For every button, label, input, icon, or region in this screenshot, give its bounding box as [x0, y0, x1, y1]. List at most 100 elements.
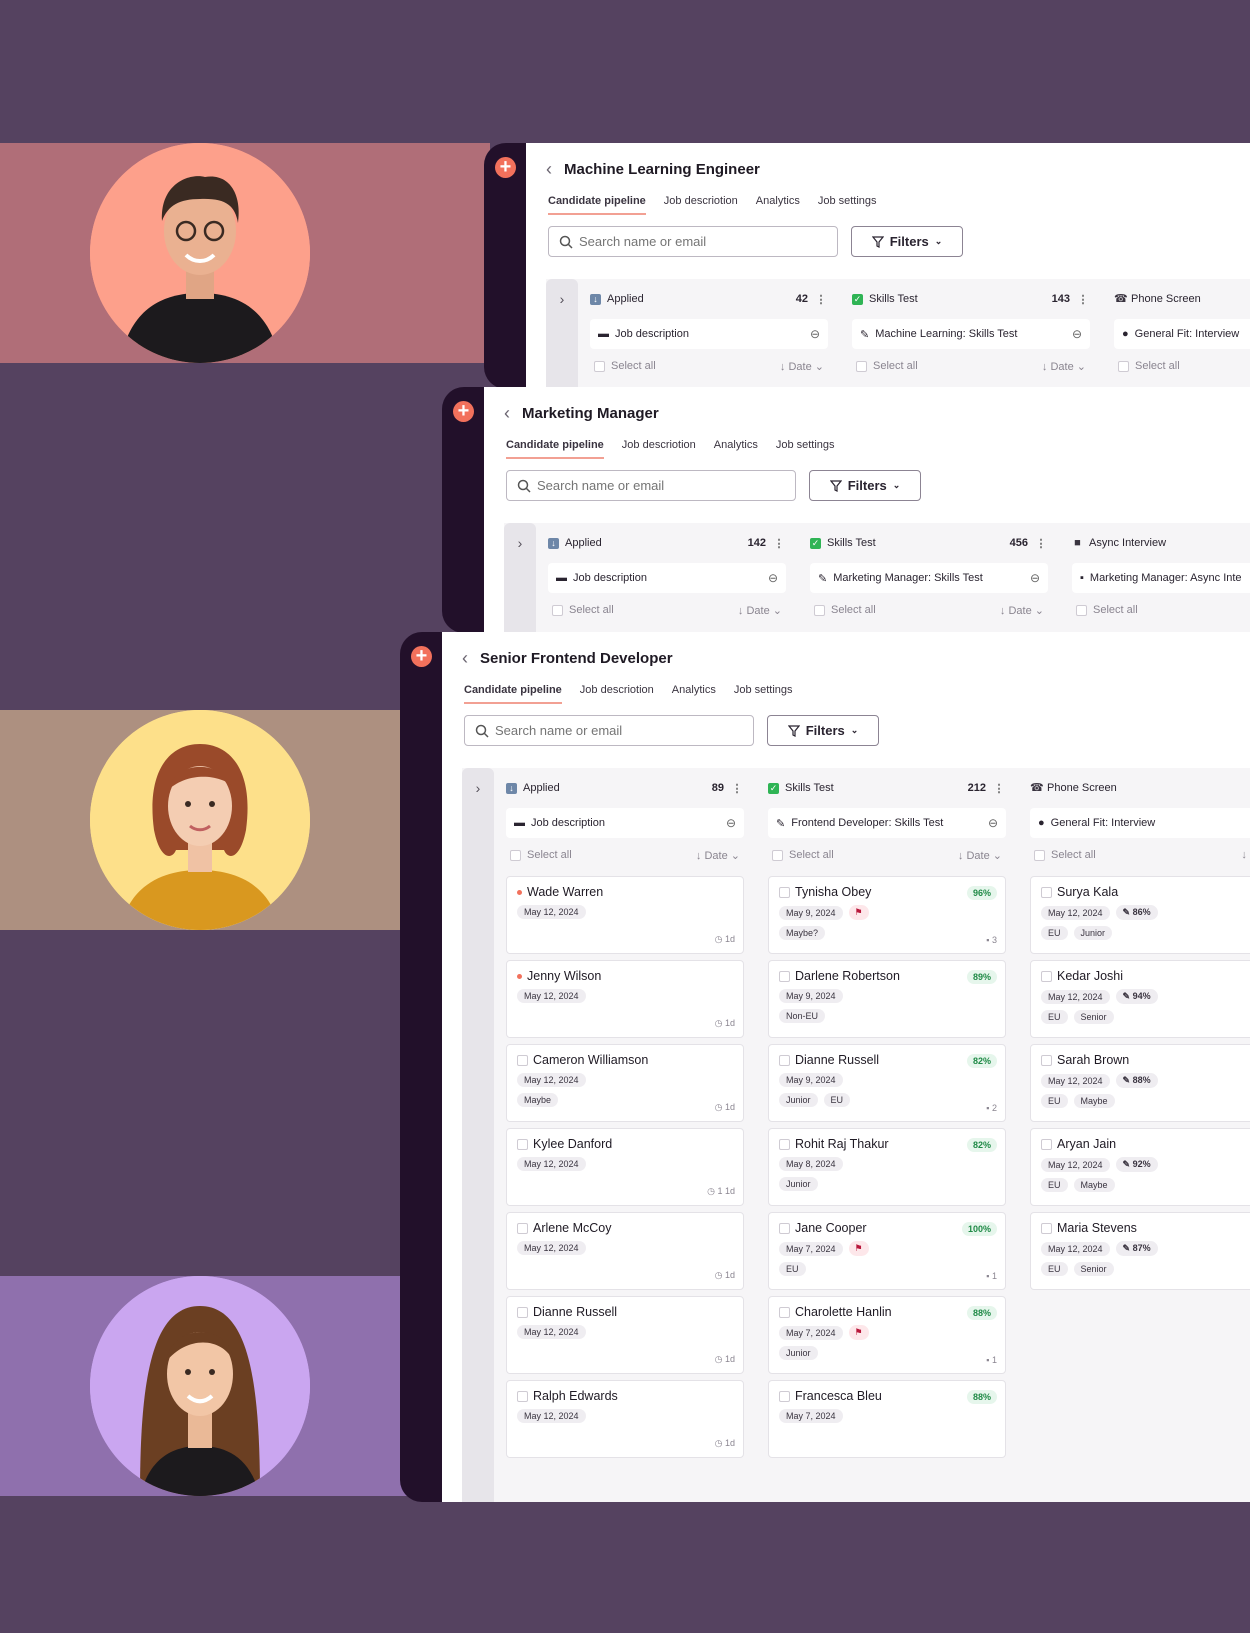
candidate-card[interactable]: Cameron Williamson May 12, 2024 Maybe ◷ 1d — [506, 1044, 744, 1122]
filters-button[interactable]: Filters ⌄ — [809, 470, 921, 501]
candidate-card[interactable]: Sarah Brown May 12, 2024 ✎ 88% EU Maybe — [1030, 1044, 1250, 1122]
stage-linked-item[interactable]: ● General Fit: Interview — [1114, 319, 1250, 349]
sort-date-dropdown[interactable]: ↓ Da — [1241, 849, 1250, 861]
candidate-checkbox[interactable] — [517, 1054, 528, 1066]
candidate-card[interactable]: Kedar Joshi May 12, 2024 ✎ 94% EU Senior — [1030, 960, 1250, 1038]
select-all-checkbox[interactable] — [814, 604, 825, 616]
candidate-card[interactable]: Tynisha Obey 96% May 9, 2024 ⚑ Maybe? ▪ 3 — [768, 876, 1006, 954]
more-options-icon[interactable]: ⋮ — [814, 293, 828, 306]
search-input[interactable] — [537, 478, 767, 493]
more-options-icon[interactable]: ⋮ — [992, 782, 1006, 795]
candidate-checkbox[interactable] — [1041, 1054, 1052, 1066]
tab-candidate-pipeline[interactable]: Candidate pipeline — [548, 195, 646, 215]
tab-job-settings[interactable]: Job settings — [818, 195, 877, 215]
link-icon[interactable]: ⊖ — [810, 327, 820, 341]
select-all-checkbox[interactable] — [1118, 360, 1129, 372]
candidate-checkbox[interactable] — [779, 886, 790, 898]
tab-job-description[interactable]: Job descriotion — [664, 195, 738, 215]
more-options-icon[interactable]: ⋮ — [1076, 293, 1090, 306]
select-all-checkbox[interactable] — [772, 849, 783, 861]
search-input[interactable] — [495, 723, 725, 738]
candidate-checkbox[interactable] — [517, 1138, 528, 1150]
tab-analytics[interactable]: Analytics — [672, 684, 716, 704]
select-all-checkbox[interactable] — [552, 604, 563, 616]
link-icon[interactable]: ⊖ — [1030, 571, 1040, 585]
candidate-checkbox[interactable] — [517, 1222, 528, 1234]
candidate-checkbox[interactable] — [1041, 1138, 1052, 1150]
sort-date-dropdown[interactable]: ↓ Date ⌄ — [1000, 604, 1044, 617]
sort-date-dropdown[interactable]: ↓ Date ⌄ — [738, 604, 782, 617]
more-options-icon[interactable]: ⋮ — [730, 782, 744, 795]
candidate-card[interactable]: Rohit Raj Thakur 82% May 8, 2024 Junior — [768, 1128, 1006, 1206]
stage-linked-item[interactable]: ▬ Job description ⊖ — [590, 319, 828, 349]
select-all-checkbox[interactable] — [856, 360, 867, 372]
candidate-checkbox[interactable] — [779, 1222, 790, 1234]
select-all-checkbox[interactable] — [594, 360, 605, 372]
stage-linked-item[interactable]: ✎ Frontend Developer: Skills Test ⊖ — [768, 808, 1006, 838]
search-box[interactable] — [548, 226, 838, 257]
stage-linked-item[interactable]: ✎ Marketing Manager: Skills Test ⊖ — [810, 563, 1048, 593]
link-icon[interactable]: ⊖ — [988, 816, 998, 830]
candidate-card[interactable]: Darlene Robertson 89% May 9, 2024 Non-EU — [768, 960, 1006, 1038]
search-input[interactable] — [579, 234, 809, 249]
search-box[interactable] — [506, 470, 796, 501]
candidate-card[interactable]: Jane Cooper 100% May 7, 2024 ⚑ EU ▪ 1 — [768, 1212, 1006, 1290]
add-icon[interactable]: + — [495, 157, 516, 178]
sort-date-dropdown[interactable]: ↓ Date ⌄ — [1042, 360, 1086, 373]
candidate-checkbox[interactable] — [1041, 886, 1052, 898]
select-all-checkbox[interactable] — [1034, 849, 1045, 861]
expand-chevron-icon[interactable]: › — [504, 523, 536, 633]
sort-date-dropdown[interactable]: ↓ Date ⌄ — [958, 849, 1002, 862]
sort-date-dropdown[interactable]: ↓ Date ⌄ — [696, 849, 740, 862]
candidate-card[interactable]: Maria Stevens May 12, 2024 ✎ 87% EU Senior — [1030, 1212, 1250, 1290]
candidate-checkbox[interactable] — [517, 1390, 528, 1402]
candidate-card[interactable]: Ralph Edwards May 12, 2024 ◷ 1d — [506, 1380, 744, 1458]
link-icon[interactable]: ⊖ — [726, 816, 736, 830]
candidate-checkbox[interactable] — [1041, 970, 1052, 982]
back-chevron-icon[interactable]: ‹ — [462, 648, 468, 669]
tab-job-settings[interactable]: Job settings — [734, 684, 793, 704]
candidate-checkbox[interactable] — [779, 1054, 790, 1066]
more-options-icon[interactable]: ⋮ — [772, 537, 786, 550]
link-icon[interactable]: ⊖ — [768, 571, 778, 585]
candidate-card[interactable]: Dianne Russell 82% May 9, 2024 Junior EU ▪ 2 — [768, 1044, 1006, 1122]
add-icon[interactable]: + — [453, 401, 474, 422]
candidate-card[interactable]: Dianne Russell May 12, 2024 ◷ 1d — [506, 1296, 744, 1374]
stage-linked-item[interactable]: ▬ Job description ⊖ — [548, 563, 786, 593]
sort-date-dropdown[interactable]: ↓ Date ⌄ — [780, 360, 824, 373]
candidate-card[interactable]: Wade Warren May 12, 2024 ◷ 1d — [506, 876, 744, 954]
candidate-checkbox[interactable] — [1041, 1222, 1052, 1234]
stage-linked-item[interactable]: ▬ Job description ⊖ — [506, 808, 744, 838]
tab-candidate-pipeline[interactable]: Candidate pipeline — [464, 684, 562, 704]
candidate-checkbox[interactable] — [779, 1138, 790, 1150]
candidate-card[interactable]: Francesca Bleu 88% May 7, 2024 — [768, 1380, 1006, 1458]
candidate-card[interactable]: Kylee Danford May 12, 2024 ◷ 1 1d — [506, 1128, 744, 1206]
link-icon[interactable]: ⊖ — [1072, 327, 1082, 341]
stage-linked-item[interactable]: ✎ Machine Learning: Skills Test ⊖ — [852, 319, 1090, 349]
add-icon[interactable]: + — [411, 646, 432, 667]
filters-button[interactable]: Filters ⌄ — [767, 715, 879, 746]
tab-job-description[interactable]: Job descriotion — [622, 439, 696, 459]
candidate-checkbox[interactable] — [779, 1390, 790, 1402]
candidate-card[interactable]: Aryan Jain May 12, 2024 ✎ 92% EU Maybe — [1030, 1128, 1250, 1206]
tab-analytics[interactable]: Analytics — [756, 195, 800, 215]
candidate-card[interactable]: Surya Kala May 12, 2024 ✎ 86% EU Junior — [1030, 876, 1250, 954]
back-chevron-icon[interactable]: ‹ — [504, 403, 510, 424]
candidate-card[interactable]: Arlene McCoy May 12, 2024 ◷ 1d — [506, 1212, 744, 1290]
search-box[interactable] — [464, 715, 754, 746]
tab-job-settings[interactable]: Job settings — [776, 439, 835, 459]
select-all-checkbox[interactable] — [510, 849, 521, 861]
tab-job-description[interactable]: Job descriotion — [580, 684, 654, 704]
tab-analytics[interactable]: Analytics — [714, 439, 758, 459]
expand-chevron-icon[interactable]: › — [462, 768, 494, 1502]
candidate-checkbox[interactable] — [779, 1306, 790, 1318]
stage-linked-item[interactable]: ● General Fit: Interview — [1030, 808, 1250, 838]
select-all-checkbox[interactable] — [1076, 604, 1087, 616]
more-options-icon[interactable]: ⋮ — [1034, 537, 1048, 550]
candidate-checkbox[interactable] — [517, 1306, 528, 1318]
candidate-card[interactable]: Jenny Wilson May 12, 2024 ◷ 1d — [506, 960, 744, 1038]
back-chevron-icon[interactable]: ‹ — [546, 159, 552, 180]
expand-chevron-icon[interactable]: › — [546, 279, 578, 389]
candidate-checkbox[interactable] — [779, 970, 790, 982]
tab-candidate-pipeline[interactable]: Candidate pipeline — [506, 439, 604, 459]
